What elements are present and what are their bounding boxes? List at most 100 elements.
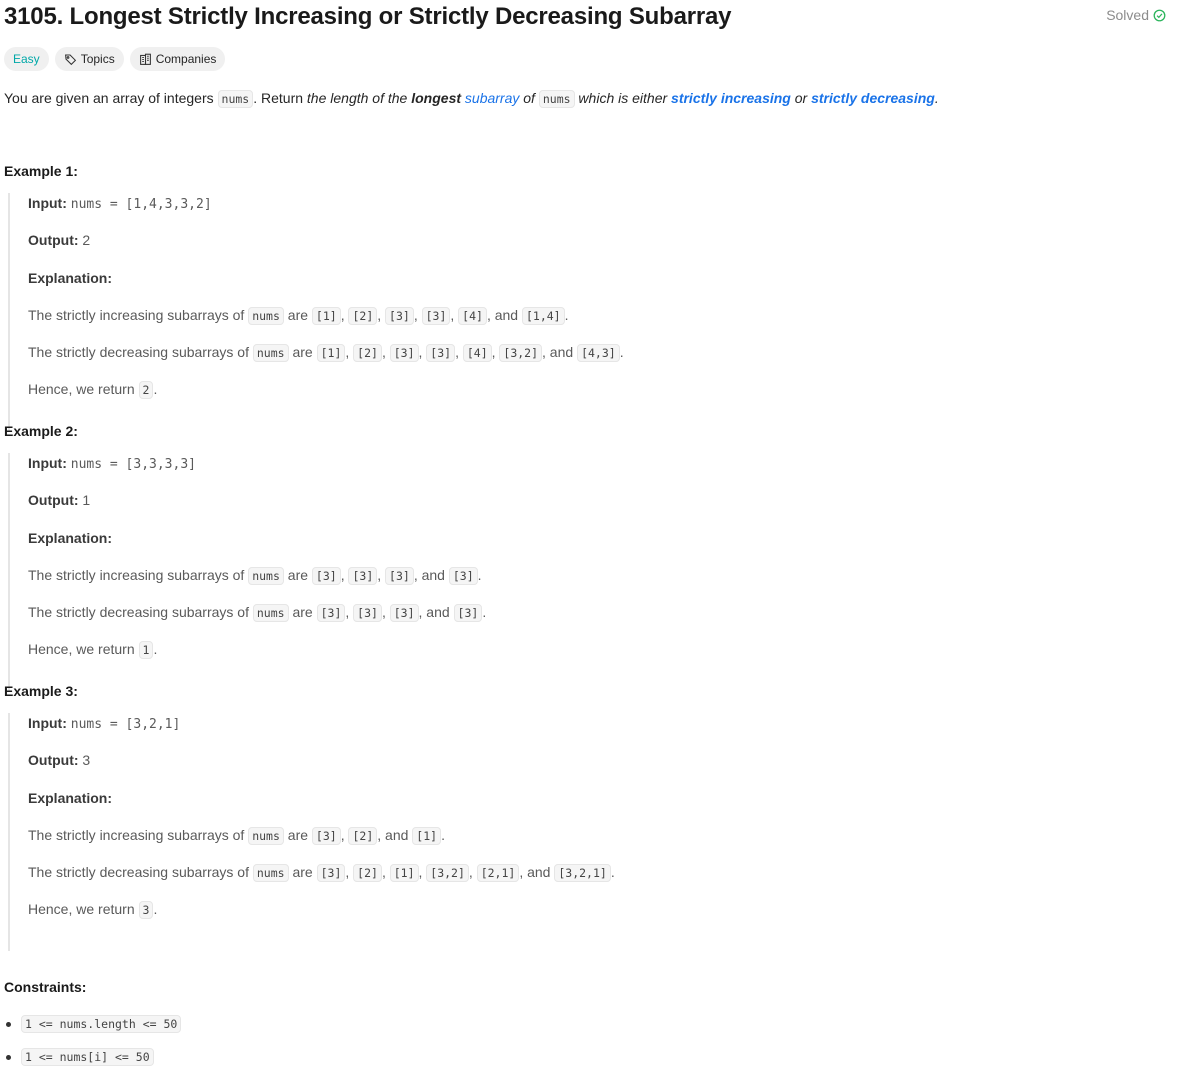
explanation-text: Hence, we return bbox=[28, 381, 139, 397]
separator-text: , bbox=[413, 307, 422, 323]
period-text: . bbox=[153, 901, 158, 917]
strictly-decreasing-link[interactable]: strictly decreasing bbox=[811, 90, 935, 106]
explanation-text: are bbox=[283, 567, 312, 583]
intro-text: which is either bbox=[574, 90, 672, 106]
nums-code: nums bbox=[248, 567, 284, 585]
example-block: Input: nums = [3,2,1] Output: 3 Explanatio… bbox=[8, 713, 726, 951]
nums-code: nums bbox=[252, 864, 289, 882]
example-block: Input: nums = [1,4,3,3,2] Output: 2 Explan… bbox=[8, 193, 726, 431]
example-heading: Example 3: bbox=[4, 683, 78, 699]
subarray-code: [3] bbox=[389, 604, 419, 622]
output-label: Output: bbox=[28, 492, 83, 508]
example-input: Input: nums = [1,4,3,3,2] bbox=[28, 193, 212, 215]
bullet-dot bbox=[6, 1021, 11, 1027]
separator-text: , and bbox=[413, 567, 449, 583]
intro-text: . Return bbox=[253, 90, 307, 106]
subarray-code: [3] bbox=[316, 864, 346, 882]
strictly-increasing-link[interactable]: strictly increasing bbox=[671, 90, 791, 106]
bullet-dot bbox=[6, 1054, 11, 1060]
subarray-code: [2] bbox=[353, 344, 382, 362]
separator-text: , bbox=[345, 344, 354, 360]
subarray-code: [1] bbox=[389, 864, 419, 882]
example-input: Input: nums = [3,3,3,3] bbox=[28, 453, 196, 475]
separator-text: , and bbox=[377, 827, 413, 843]
intro-text: or bbox=[790, 90, 812, 106]
example-heading: Example 2: bbox=[4, 423, 78, 439]
subarray-link[interactable]: subarray bbox=[465, 90, 519, 106]
explanation-text: are bbox=[288, 344, 317, 360]
example-block: Input: nums = [3,3,3,3] Output: 1 Explanat… bbox=[8, 453, 726, 691]
building-icon bbox=[139, 53, 151, 65]
solved-status: Solved bbox=[1106, 7, 1166, 23]
subarray-code: [4] bbox=[458, 307, 487, 325]
constraint-code: 1 <= nums[i] <= 50 bbox=[21, 1048, 154, 1066]
explanation-label: Explanation: bbox=[28, 790, 113, 806]
explanation-text: are bbox=[288, 604, 317, 620]
explanation-text: are bbox=[288, 864, 317, 880]
intro-text: You are given an array of integers bbox=[4, 90, 218, 106]
decreasing-line: The strictly decreasing subarrays of num… bbox=[28, 342, 624, 363]
input-label: Input: bbox=[28, 715, 71, 731]
separator-text: , and bbox=[486, 307, 522, 323]
return-code: 3 bbox=[138, 901, 154, 919]
topics-button[interactable]: Topics bbox=[54, 47, 124, 71]
period-text: . bbox=[619, 344, 624, 360]
subarray-code: [2] bbox=[353, 864, 382, 882]
tag-icon bbox=[64, 54, 76, 65]
companies-button[interactable]: Companies bbox=[129, 47, 226, 71]
input-value: nums = [3,3,3,3] bbox=[70, 457, 196, 472]
subarray-code: [3] bbox=[385, 307, 414, 325]
explanation-text: The strictly decreasing subarrays of bbox=[28, 344, 253, 360]
intro-text: the length of the bbox=[306, 90, 412, 106]
separator-text: , bbox=[345, 864, 354, 880]
subarray-code: [2,1] bbox=[476, 864, 520, 882]
tag-bar: Easy Topics Companies bbox=[4, 47, 226, 71]
intro-text: of bbox=[519, 90, 539, 106]
output-value: 2 bbox=[82, 232, 91, 248]
subarray-code: [3] bbox=[389, 344, 419, 362]
intro-text: . bbox=[934, 90, 939, 106]
increasing-line: The strictly increasing subarrays of num… bbox=[28, 305, 569, 326]
subarray-code: [1,4] bbox=[521, 307, 565, 325]
example-heading: Example 1: bbox=[4, 163, 78, 179]
constraint-item: 1 <= nums[i] <= 50 bbox=[4, 1048, 154, 1066]
explanation-text: are bbox=[283, 827, 312, 843]
subarray-code: [3] bbox=[348, 567, 378, 585]
explanation-label: Explanation: bbox=[28, 270, 113, 286]
problem-title: 3105. Longest Strictly Increasing or Str… bbox=[4, 3, 732, 30]
subarray-code: [3] bbox=[316, 604, 346, 622]
increasing-line: The strictly increasing subarrays of num… bbox=[28, 825, 445, 846]
subarray-code: [3] bbox=[311, 827, 341, 845]
subarray-code: [2] bbox=[348, 307, 378, 325]
period-text: . bbox=[564, 307, 569, 323]
nums-code: nums bbox=[252, 604, 289, 622]
separator-text: , and bbox=[542, 344, 578, 360]
check-circle-icon bbox=[1153, 9, 1166, 21]
subarray-code: [1] bbox=[412, 827, 442, 845]
explanation-text: Hence, we return bbox=[28, 641, 139, 657]
subarray-code: [1] bbox=[316, 344, 346, 362]
input-label: Input: bbox=[28, 195, 71, 211]
period-text: . bbox=[482, 604, 487, 620]
nums-code: nums bbox=[248, 307, 284, 325]
explanation-text: Hence, we return bbox=[28, 901, 139, 917]
inline-code: nums bbox=[217, 90, 254, 108]
return-code: 1 bbox=[138, 641, 154, 659]
constraints-heading: Constraints: bbox=[4, 979, 87, 995]
period-text: . bbox=[610, 864, 615, 880]
subarray-code: [3] bbox=[385, 567, 414, 585]
separator-text: , bbox=[377, 567, 386, 583]
inline-code: nums bbox=[538, 90, 575, 108]
subarray-code: [3] bbox=[426, 344, 456, 362]
output-label: Output: bbox=[28, 232, 83, 248]
example-explanation-heading: Explanation: bbox=[28, 788, 112, 808]
separator-text: , bbox=[381, 864, 390, 880]
period-text: . bbox=[477, 567, 482, 583]
explanation-text: The strictly increasing subarrays of bbox=[28, 307, 249, 323]
explanation-text: The strictly decreasing subarrays of bbox=[28, 864, 253, 880]
period-text: . bbox=[153, 381, 158, 397]
difficulty-badge[interactable]: Easy bbox=[4, 47, 49, 71]
nums-code: nums bbox=[252, 344, 289, 362]
return-line: Hence, we return 3. bbox=[28, 899, 157, 920]
subarray-code: [1] bbox=[311, 307, 341, 325]
